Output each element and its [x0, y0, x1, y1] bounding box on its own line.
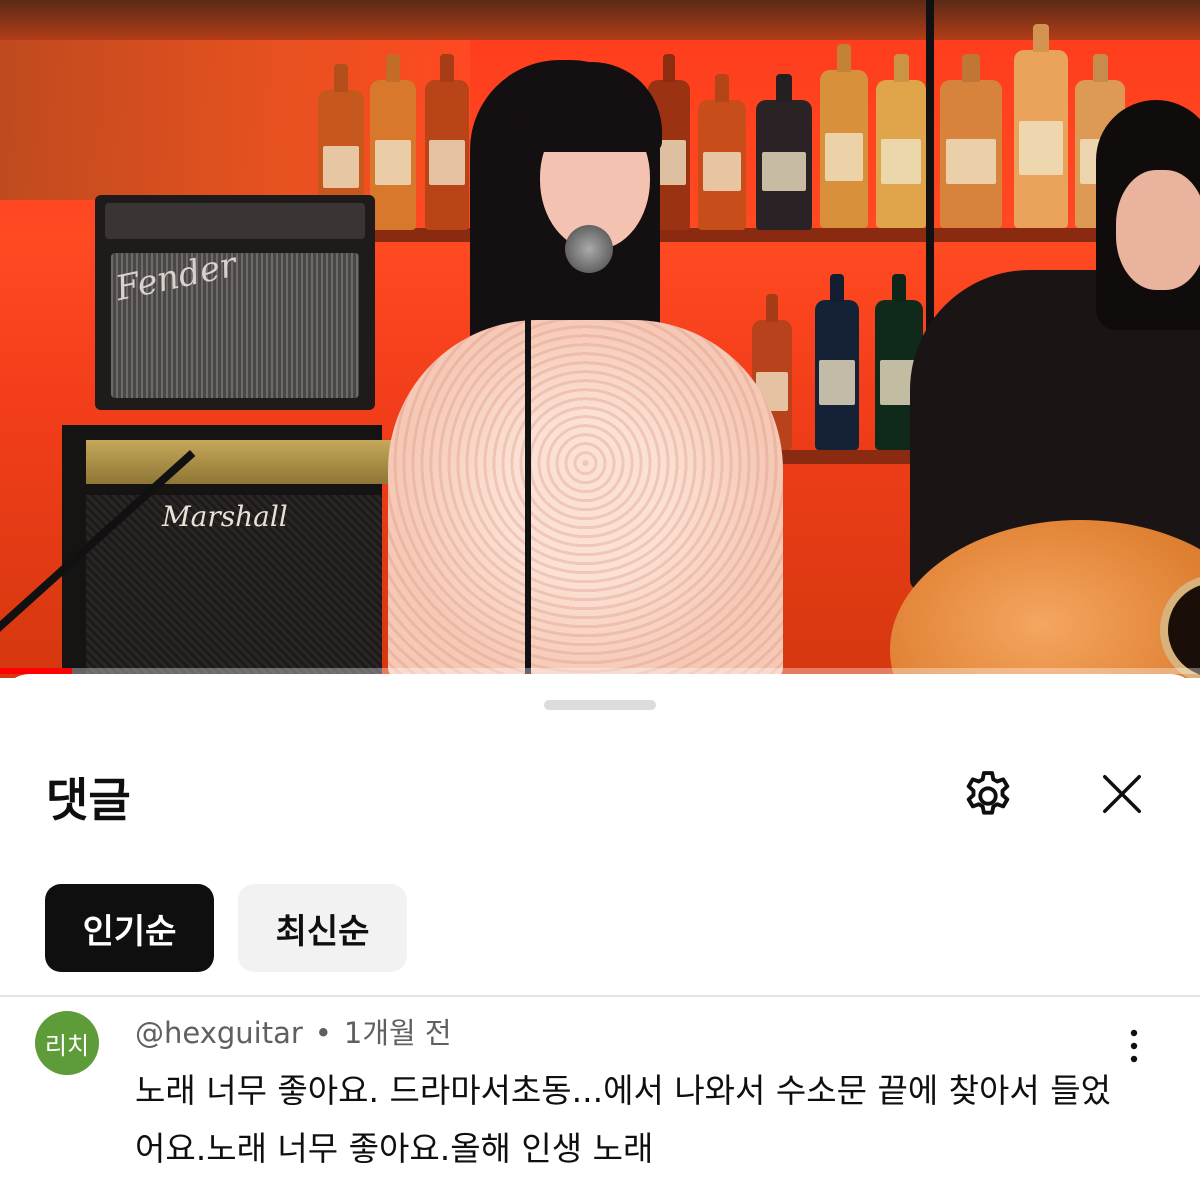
more-vertical-icon: [1130, 1029, 1138, 1063]
comments-sheet: 댓글 인기순 최신순 리치 @hexguitar • 1개월 전 노래 너무 좋아요…: [0, 674, 1200, 1200]
sort-chip-newest[interactable]: 최신순: [238, 884, 407, 972]
bottle: [756, 100, 812, 230]
microphone: [565, 225, 613, 273]
comment-author[interactable]: @hexguitar: [135, 1016, 303, 1050]
fender-amplifier: Fender: [95, 195, 375, 410]
meta-separator: •: [314, 1016, 332, 1050]
bottle: [940, 80, 1002, 228]
settings-button[interactable]: [956, 764, 1020, 828]
gear-icon: [966, 771, 1010, 815]
guitarist-face: [1116, 170, 1200, 290]
mic-stand-vertical: [525, 290, 531, 678]
singer-sweater: [388, 320, 783, 678]
ceiling-decor: [0, 0, 1200, 40]
marshall-logo: Marshall: [162, 500, 288, 533]
bottle: [815, 300, 859, 450]
comment-text: 노래 너무 좋아요. 드라마서초동...에서 나와서 수소문 끝에 찾아서 들었…: [135, 1071, 1111, 1168]
sheet-title: 댓글: [46, 773, 131, 827]
bottle: [876, 80, 926, 228]
bottle: [1014, 50, 1068, 228]
video-player[interactable]: Fender Marshall: [0, 0, 1200, 678]
bottle: [425, 80, 469, 230]
comment-time: 1개월 전: [343, 1016, 452, 1050]
avatar[interactable]: 리치: [35, 1011, 99, 1075]
close-button[interactable]: [1092, 764, 1152, 824]
divider: [0, 995, 1200, 997]
bottle: [820, 70, 868, 228]
comment-more-button[interactable]: [1112, 1024, 1156, 1068]
comment-item: 리치 @hexguitar • 1개월 전 노래 너무 좋아요. 드라마서초동...…: [0, 1004, 1200, 1200]
comment-meta: @hexguitar • 1개월 전: [135, 1010, 452, 1052]
marshall-amplifier: Marshall: [62, 425, 404, 678]
bottle: [370, 80, 416, 230]
bottle: [698, 100, 746, 230]
close-icon: [1103, 775, 1141, 813]
sort-chip-popular[interactable]: 인기순: [45, 884, 214, 972]
drag-handle[interactable]: [544, 700, 656, 710]
